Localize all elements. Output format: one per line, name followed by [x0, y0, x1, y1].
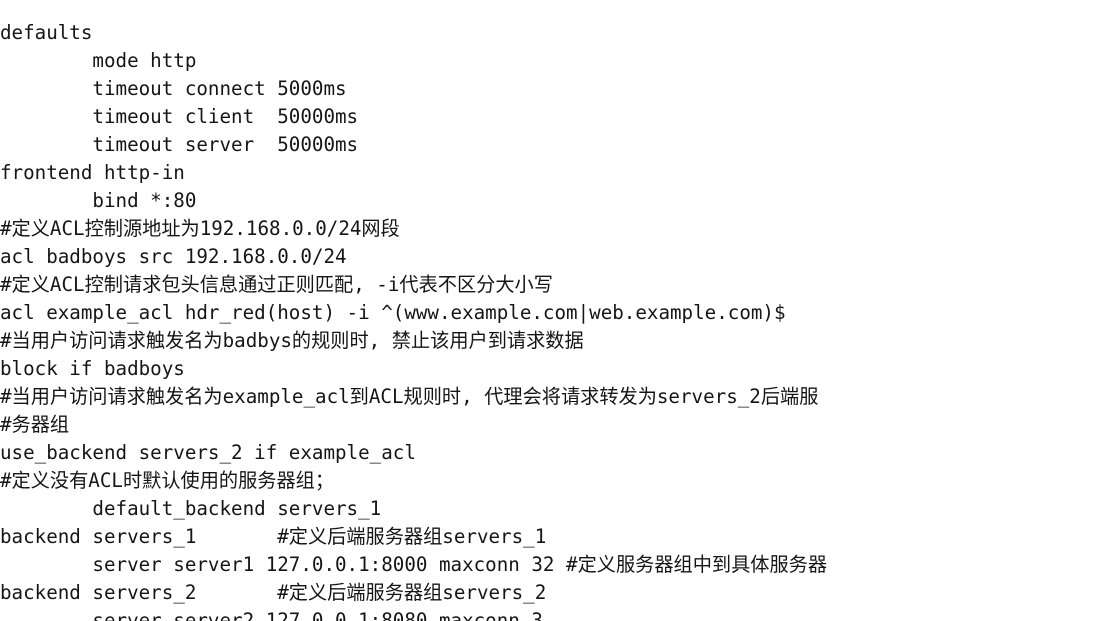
- code-line: block if badboys: [0, 357, 185, 381]
- code-line: backend servers_1 #定义后端服务器组servers_1: [0, 525, 547, 549]
- code-line: defaults: [0, 21, 93, 45]
- text-viewer: defaults mode http timeout connect 5000m…: [0, 0, 1117, 621]
- config-file-content[interactable]: defaults mode http timeout connect 5000m…: [0, 19, 1117, 621]
- code-line: #当用户访问请求触发名为badbys的规则时, 禁止该用户到请求数据: [0, 329, 584, 353]
- code-line: backend servers_2 #定义后端服务器组servers_2: [0, 581, 547, 605]
- code-line: timeout connect 5000ms: [0, 77, 347, 101]
- code-line: #当用户访问请求触发名为example_acl到ACL规则时, 代理会将请求转发…: [0, 385, 819, 409]
- code-line: frontend http-in: [0, 161, 185, 185]
- code-line: server server2 127.0.0.1:8080 maxconn 3: [0, 609, 543, 621]
- code-line: timeout client 50000ms: [0, 105, 359, 129]
- code-line: timeout server 50000ms: [0, 133, 359, 157]
- code-line: use_backend servers_2 if example_acl: [0, 441, 416, 465]
- code-line: #定义没有ACL时默认使用的服务器组；: [0, 469, 335, 493]
- code-line: default_backend servers_1: [0, 497, 382, 521]
- code-line: bind *:80: [0, 189, 197, 213]
- code-line: #定义ACL控制请求包头信息通过正则匹配, -i代表不区分大小写: [0, 273, 553, 297]
- code-line: #务器组: [0, 413, 70, 437]
- code-line: server server1 127.0.0.1:8000 maxconn 32…: [0, 553, 828, 577]
- code-line: mode http: [0, 49, 197, 73]
- code-line: acl example_acl hdr_red(host) -i ^(www.e…: [0, 301, 786, 325]
- code-line: acl badboys src 192.168.0.0/24: [0, 245, 347, 269]
- code-line: #定义ACL控制源地址为192.168.0.0/24网段: [0, 217, 400, 241]
